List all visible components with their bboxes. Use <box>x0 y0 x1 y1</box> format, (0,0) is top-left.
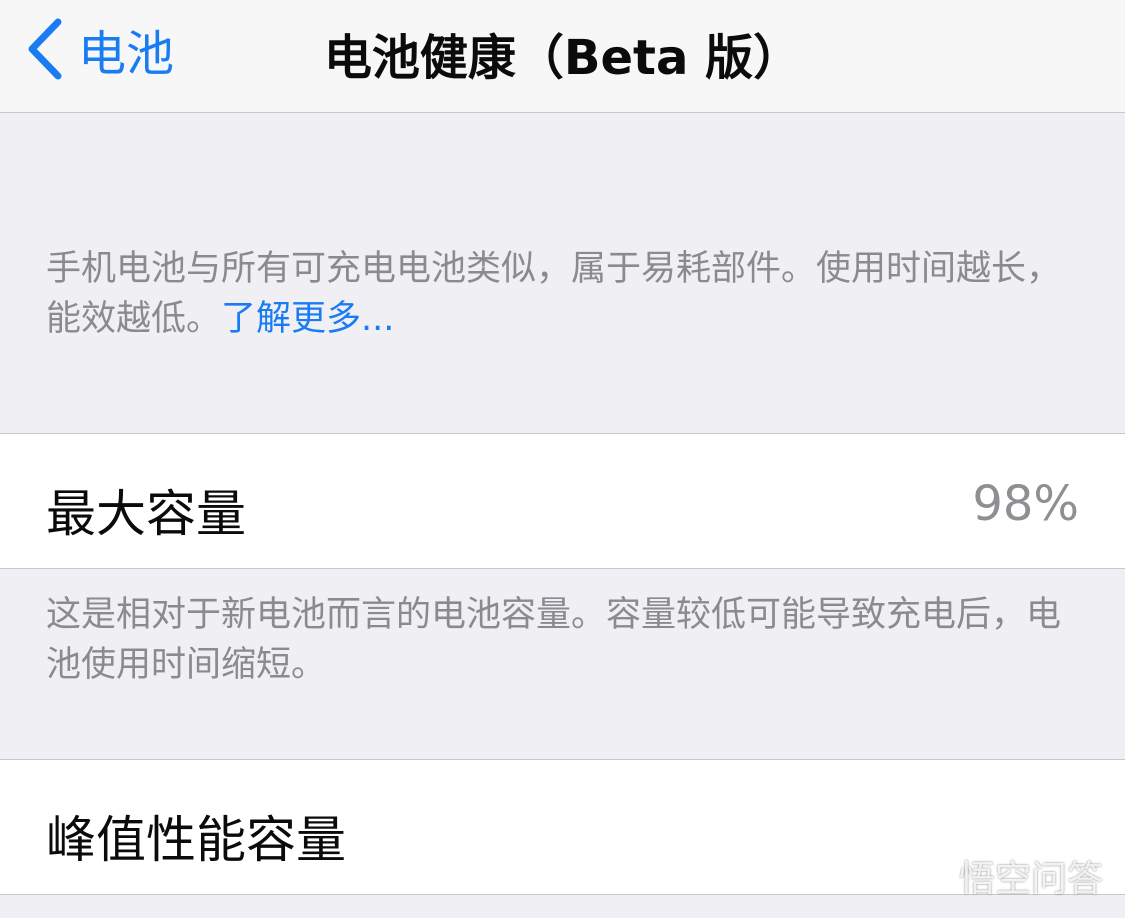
page-title: 电池健康（Beta 版） <box>323 30 802 86</box>
intro-description: 手机电池与所有可充电电池类似，属于易耗部件。使用时间越长，能效越低。了解更多..… <box>46 244 1079 344</box>
max-capacity-label: 最大容量 <box>46 485 246 543</box>
peak-performance-label: 峰值性能容量 <box>46 811 346 869</box>
max-capacity-row: 最大容量 98% <box>0 433 1125 569</box>
max-capacity-footnote: 这是相对于新电池而言的电池容量。容量较低可能导致充电后，电池使用时间缩短。 <box>46 595 1062 685</box>
speech-bubble-icon <box>897 857 950 894</box>
watermark: 悟空问答 <box>897 850 1103 902</box>
navigation-bar: 电池 电池健康（Beta 版） <box>0 0 1125 113</box>
intro-text: 手机电池与所有可充电电池类似，属于易耗部件。使用时间越长，能效越低。 <box>46 249 1062 339</box>
max-capacity-value: 98% <box>972 476 1079 532</box>
learn-more-link[interactable]: 了解更多... <box>221 299 394 339</box>
watermark-text: 悟空问答 <box>958 859 1103 900</box>
